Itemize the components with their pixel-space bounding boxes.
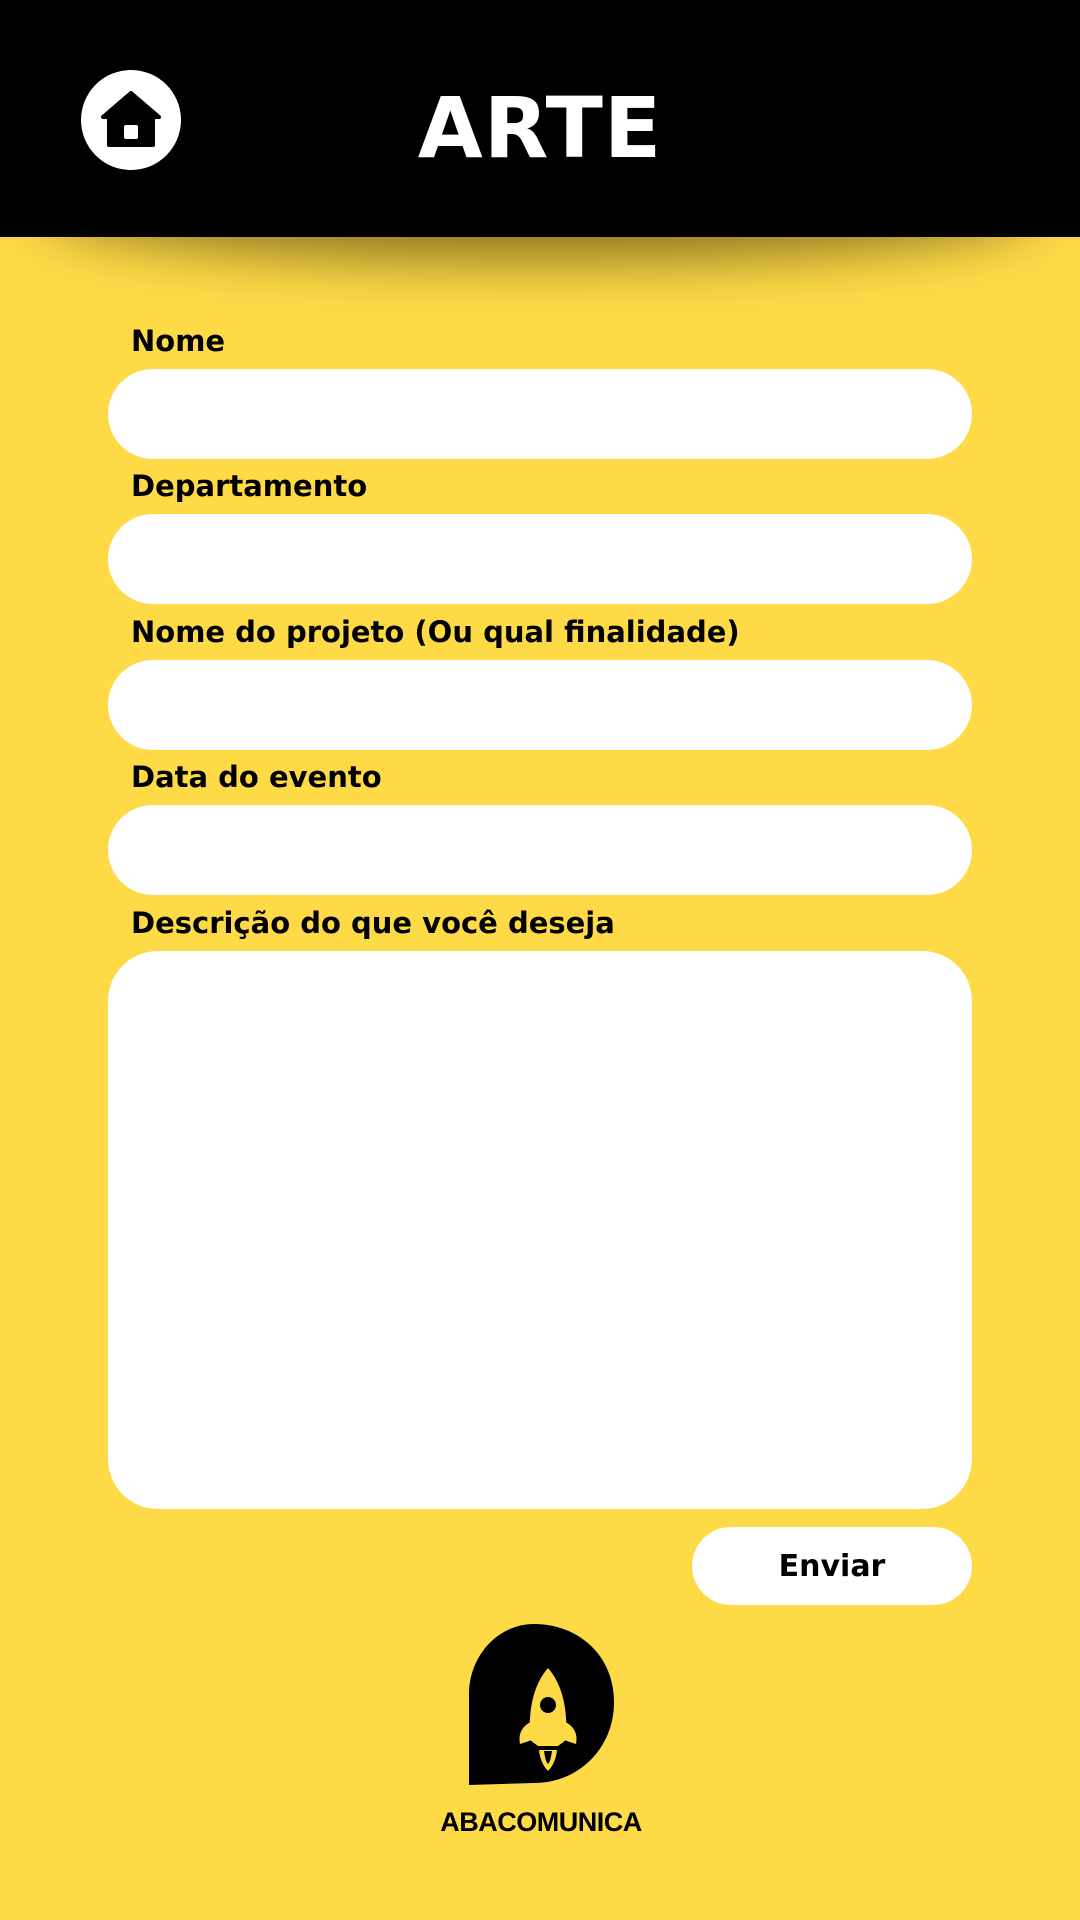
descricao-label: Descrição do que você deseja: [131, 906, 615, 940]
data-evento-input[interactable]: [108, 805, 972, 895]
departamento-label: Departamento: [131, 469, 368, 503]
departamento-input[interactable]: [108, 514, 972, 604]
nome-label: Nome: [131, 324, 226, 358]
projeto-label: Nome do projeto (Ou qual finalidade): [131, 615, 740, 649]
submit-button[interactable]: Enviar: [692, 1527, 972, 1605]
projeto-input[interactable]: [108, 660, 972, 750]
data-evento-label: Data do evento: [131, 760, 382, 794]
nome-input[interactable]: [108, 369, 972, 459]
logo-text: ABACOMUNICA: [440, 1807, 641, 1837]
abacomunica-logo: ABACOMUNICA: [440, 1624, 642, 1837]
descricao-textarea[interactable]: [108, 951, 972, 1509]
